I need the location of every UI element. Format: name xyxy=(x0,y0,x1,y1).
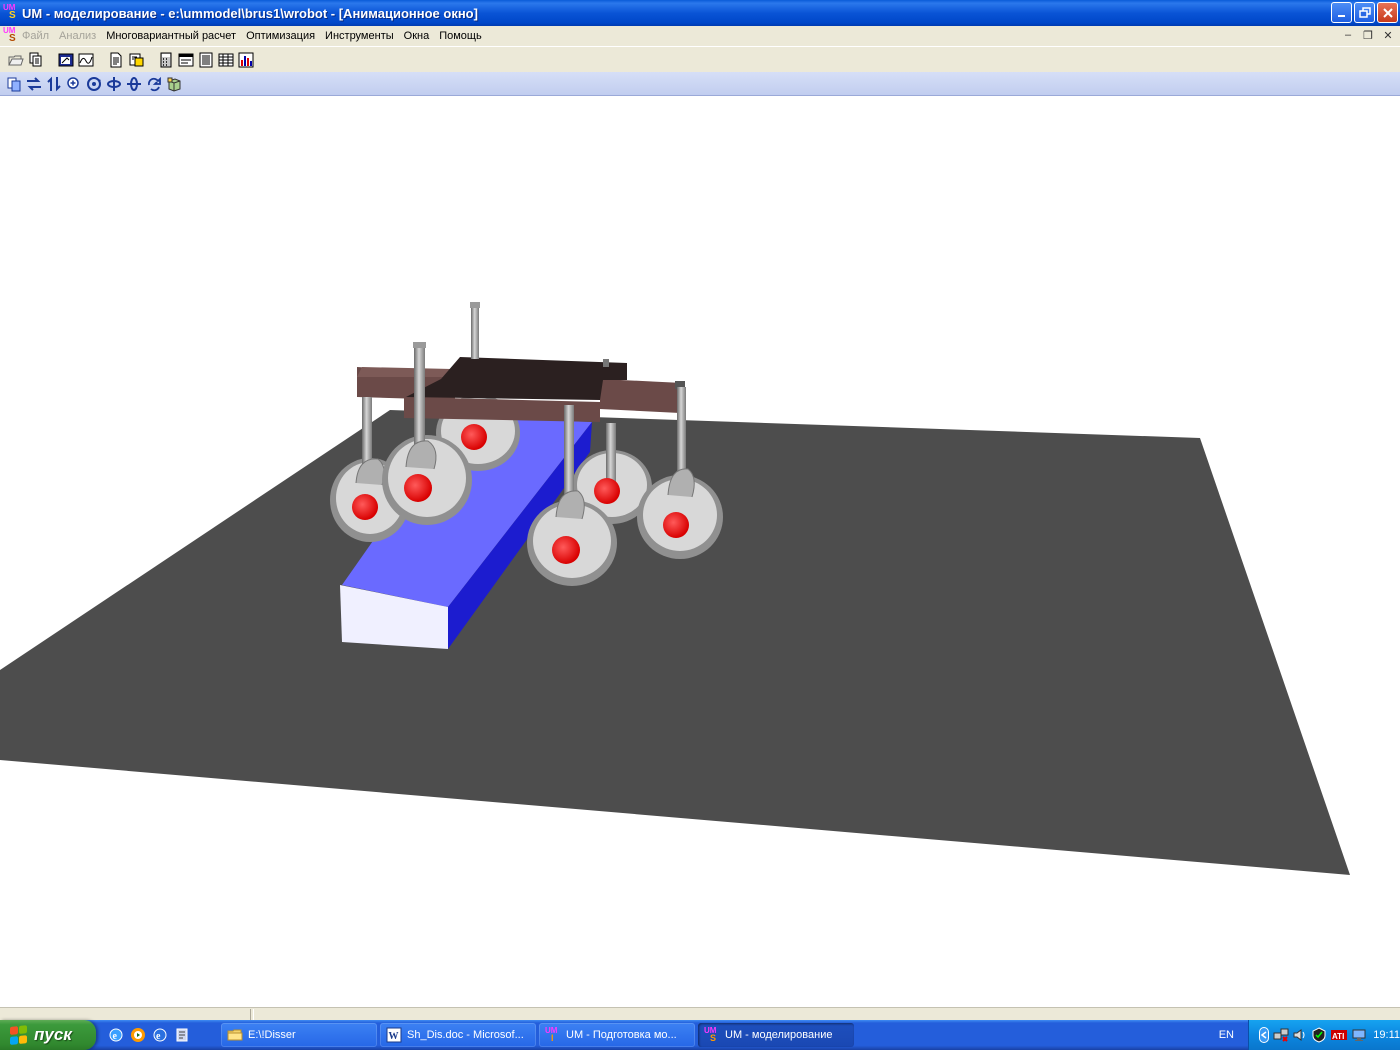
mdi-close-button[interactable]: ✕ xyxy=(1380,28,1396,42)
task-explorer[interactable]: E:\!Disser xyxy=(221,1023,377,1047)
um-simulation-icon: UM S xyxy=(704,1026,717,1043)
move-vertical-icon[interactable] xyxy=(44,74,64,94)
document-icon[interactable] xyxy=(106,50,126,70)
scene-canvas xyxy=(0,302,1350,875)
um-app-icon[interactable]: UM S xyxy=(3,4,17,22)
windows-logo-icon xyxy=(10,1025,28,1045)
robot-frame xyxy=(357,302,685,422)
tray-expand-icon[interactable] xyxy=(1259,1027,1270,1043)
taskbar: пуск e e E:\!Disser W Sh_Dis.doc - Micro… xyxy=(0,1020,1400,1050)
task-label: UM - Подготовка мо... xyxy=(566,1029,677,1041)
copy-view-icon[interactable] xyxy=(4,74,24,94)
outlook-express-icon[interactable]: e xyxy=(152,1027,168,1043)
task-um-input[interactable]: UM I UM - Подготовка мо... xyxy=(539,1023,695,1047)
svg-text:e: e xyxy=(113,1031,118,1042)
menu-optimization[interactable]: Оптимизация xyxy=(241,30,320,42)
menu-multivariant[interactable]: Многовариантный расчет xyxy=(101,30,241,42)
list-icon[interactable] xyxy=(196,50,216,70)
svg-text:ATI: ATI xyxy=(1332,1032,1344,1041)
animation-viewport[interactable] xyxy=(0,97,1400,1007)
menu-analysis[interactable]: Анализ xyxy=(54,30,101,42)
svg-text:e: e xyxy=(156,1031,161,1042)
chart-icon[interactable] xyxy=(236,50,256,70)
rotate-x-icon[interactable] xyxy=(84,74,104,94)
system-tray: ATI 19:11 xyxy=(1248,1020,1400,1050)
antivirus-icon[interactable] xyxy=(1311,1027,1327,1043)
move-horizontal-icon[interactable] xyxy=(24,74,44,94)
ati-icon[interactable]: ATI xyxy=(1330,1027,1348,1043)
um-input-icon: UM I xyxy=(545,1026,558,1043)
close-button[interactable] xyxy=(1377,2,1398,23)
svg-text:W: W xyxy=(389,1031,399,1042)
graph-window-icon[interactable] xyxy=(76,50,96,70)
table-icon[interactable] xyxy=(216,50,236,70)
media-player-icon[interactable] xyxy=(130,1027,146,1043)
task-label: Sh_Dis.doc - Microsof... xyxy=(407,1029,524,1041)
close-icon xyxy=(1382,7,1393,18)
title-bar[interactable]: UM S UM - моделирование - e:\ummodel\brus… xyxy=(0,0,1400,26)
start-label: пуск xyxy=(34,1025,72,1044)
minimize-icon xyxy=(1337,14,1345,17)
show-desktop-icon[interactable] xyxy=(174,1027,190,1043)
animation-window-icon[interactable] xyxy=(56,50,76,70)
status-pane-divider xyxy=(250,1009,254,1020)
menu-windows[interactable]: Окна xyxy=(399,30,435,42)
menu-help[interactable]: Помощь xyxy=(434,30,487,42)
menu-tools[interactable]: Инструменты xyxy=(320,30,399,42)
folder-icon xyxy=(227,1027,243,1043)
mdi-minimize-button[interactable]: – xyxy=(1340,28,1356,42)
start-button[interactable]: пуск xyxy=(0,1020,96,1050)
main-toolbar xyxy=(0,46,1400,72)
variables-icon[interactable] xyxy=(176,50,196,70)
task-label: UM - моделирование xyxy=(725,1029,833,1041)
copy-pages-icon[interactable] xyxy=(26,50,46,70)
word-icon: W xyxy=(386,1027,402,1043)
menu-file[interactable]: Файл xyxy=(17,30,54,42)
network-icon[interactable] xyxy=(1273,1027,1289,1043)
minimize-button[interactable] xyxy=(1331,2,1352,23)
display-icon[interactable] xyxy=(1351,1027,1367,1043)
rotate-y-icon[interactable] xyxy=(104,74,124,94)
animation-toolbar xyxy=(0,72,1400,96)
task-label: E:\!Disser xyxy=(248,1029,296,1041)
task-um-simulation[interactable]: UM S UM - моделирование xyxy=(698,1023,854,1047)
rotate-z-icon[interactable] xyxy=(124,74,144,94)
clock[interactable]: 19:11 xyxy=(1373,1029,1400,1041)
maximize-button[interactable] xyxy=(1354,2,1375,23)
language-indicator[interactable]: EN xyxy=(1219,1029,1234,1041)
mdi-restore-button[interactable]: ❐ xyxy=(1360,28,1376,42)
stamp-icon[interactable] xyxy=(126,50,146,70)
rotate-free-icon[interactable] xyxy=(144,74,164,94)
window-title: UM - моделирование - e:\ummodel\brus1\wr… xyxy=(22,5,478,21)
menu-bar: UM S Файл Анализ Многовариантный расчет О… xyxy=(0,26,1400,46)
open-folder-icon[interactable] xyxy=(6,50,26,70)
task-word[interactable]: W Sh_Dis.doc - Microsof... xyxy=(380,1023,536,1047)
quick-launch: e e xyxy=(108,1027,218,1043)
zoom-icon[interactable] xyxy=(64,74,84,94)
mdi-document-icon[interactable]: UM S xyxy=(3,27,17,45)
cube-view-icon[interactable] xyxy=(164,74,184,94)
internet-explorer-icon[interactable]: e xyxy=(108,1027,124,1043)
volume-icon[interactable] xyxy=(1292,1027,1308,1043)
status-bar xyxy=(0,1007,1400,1020)
calculator-icon[interactable] xyxy=(156,50,176,70)
restore-icon xyxy=(1358,6,1371,18)
